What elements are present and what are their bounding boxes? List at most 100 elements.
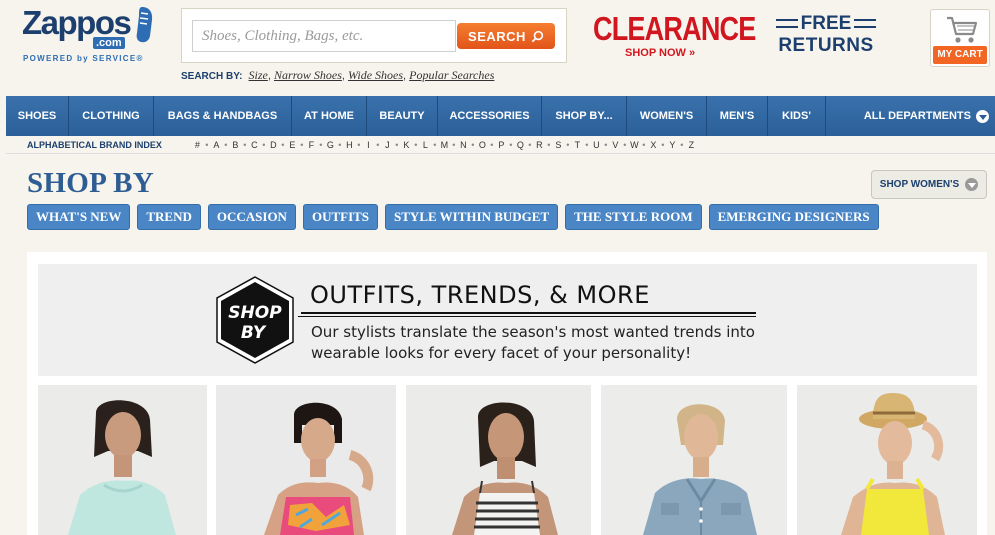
shopping-cart-icon xyxy=(947,16,978,43)
brand-index-letter[interactable]: U xyxy=(592,140,601,150)
search-by-wide-shoes-link[interactable]: Wide Shoes xyxy=(348,68,403,82)
outfit-photo-4[interactable] xyxy=(601,385,787,535)
main-navigation: SHOES CLOTHING BAGS & HANDBAGS AT HOME B… xyxy=(6,96,995,136)
separator-dot: • xyxy=(281,139,285,150)
brand-index-letter[interactable]: O xyxy=(478,140,487,150)
brand-index-letter[interactable]: L xyxy=(421,140,430,150)
brand-index-letter[interactable]: F xyxy=(307,140,316,150)
tab-whats-new[interactable]: WHAT'S NEW xyxy=(27,204,131,230)
separator-dot: • xyxy=(680,139,684,150)
separator-dot: • xyxy=(585,139,589,150)
separator-dot: • xyxy=(224,139,228,150)
brand-index-letter[interactable]: C xyxy=(250,140,259,150)
tab-occasion[interactable]: OCCASION xyxy=(207,204,296,230)
brand-index-letter[interactable]: E xyxy=(288,140,297,150)
tab-trend[interactable]: TREND xyxy=(137,204,201,230)
brand-index-letter[interactable]: K xyxy=(402,140,411,150)
brand-index-letter[interactable]: N xyxy=(459,140,468,150)
logo-tagline: POWERED by SERVICE® xyxy=(23,54,144,63)
nav-beauty[interactable]: BEAUTY xyxy=(367,96,438,136)
nav-mens[interactable]: MEN'S xyxy=(707,96,768,136)
zappos-logo[interactable]: Zappos .com POWERED by SERVICE® xyxy=(22,4,162,68)
tab-the-style-room[interactable]: THE STYLE ROOM xyxy=(565,204,702,230)
badge-line2: BY xyxy=(241,323,267,343)
separator-dot: • xyxy=(661,139,665,150)
logo-dotcom: .com xyxy=(93,37,125,49)
tab-emerging-designers[interactable]: EMERGING DESIGNERS xyxy=(708,204,879,230)
brand-index-letter[interactable]: R xyxy=(535,140,544,150)
nav-shop-by[interactable]: SHOP BY... xyxy=(542,96,627,136)
banner-divider xyxy=(298,316,756,317)
separator-dot: • xyxy=(262,139,266,150)
clearance-promo[interactable]: CLEARANCE SHOP NOW » xyxy=(593,10,756,59)
brand-index-letter[interactable]: T xyxy=(573,140,582,150)
shop-womens-label: SHOP WOMEN'S xyxy=(879,179,960,190)
brand-index-letter[interactable]: X xyxy=(649,140,658,150)
alphabetical-brand-index: ALPHABETICAL BRAND INDEX # • A • B • C • D • E • F • G… xyxy=(6,136,995,154)
shop-by-tabs: WHAT'S NEW TREND OCCASION OUTFITS STYLE … xyxy=(27,204,879,230)
nav-all-departments-label: ALL DEPARTMENTS xyxy=(863,110,971,122)
separator-dot: • xyxy=(528,139,532,150)
brand-index-letter[interactable]: J xyxy=(383,140,392,150)
nav-clothing[interactable]: CLOTHING xyxy=(69,96,154,136)
search-button-label: SEARCH xyxy=(468,28,526,44)
brand-index-letter[interactable]: Z xyxy=(687,140,696,150)
nav-accessories[interactable]: ACCESSORIES xyxy=(438,96,542,136)
brand-index-letter[interactable]: P xyxy=(497,140,506,150)
separator-dot: • xyxy=(623,139,627,150)
clearance-title: CLEARANCE xyxy=(593,10,756,47)
search-by-label: SEARCH BY: xyxy=(181,71,243,82)
shop-by-badge: SHOP BY xyxy=(216,276,294,364)
banner-divider xyxy=(301,312,756,314)
brand-index-letter[interactable]: W xyxy=(630,140,639,150)
search-by-links: SEARCH BY: Size, Narrow Shoes, Wide Shoe… xyxy=(181,68,495,82)
brand-index-letter[interactable]: H xyxy=(345,140,354,150)
outfit-photo-2[interactable] xyxy=(216,385,396,535)
brand-index-letter[interactable]: B xyxy=(231,140,240,150)
brand-index-letter[interactable]: S xyxy=(554,140,563,150)
badge-line1: SHOP xyxy=(228,303,282,323)
brand-index-letter[interactable]: G xyxy=(326,140,335,150)
brand-index-letter[interactable]: M xyxy=(440,140,449,150)
my-cart-label: MY CART xyxy=(933,46,987,64)
separator-dot: • xyxy=(395,139,399,150)
banner-subtitle-line1: Our stylists translate the season's most… xyxy=(311,323,755,341)
separator-dot: • xyxy=(300,139,304,150)
my-cart-button[interactable]: MY CART xyxy=(930,9,990,67)
nav-kids[interactable]: KIDS' xyxy=(768,96,826,136)
brand-index-letter[interactable]: Q xyxy=(516,140,525,150)
nav-shoes[interactable]: SHOES xyxy=(6,96,69,136)
outfit-photo-3[interactable] xyxy=(406,385,591,535)
search-by-size-link[interactable]: Size xyxy=(249,68,268,82)
search-by-popular-searches-link[interactable]: Popular Searches xyxy=(409,68,494,82)
brand-index-letter[interactable]: A xyxy=(212,140,221,150)
nav-bags-handbags[interactable]: BAGS & HANDBAGS xyxy=(154,96,292,136)
tab-outfits[interactable]: OUTFITS xyxy=(302,204,379,230)
search-icon xyxy=(531,30,544,42)
chevron-down-icon xyxy=(976,109,989,123)
separator-dot: • xyxy=(338,139,342,150)
search-button[interactable]: SEARCH xyxy=(457,23,555,49)
brand-index-letter[interactable]: # xyxy=(193,140,202,150)
tab-style-within-budget[interactable]: STYLE WITHIN BUDGET xyxy=(385,204,559,230)
search-by-narrow-shoes-link[interactable]: Narrow Shoes xyxy=(274,68,342,82)
separator-dot: • xyxy=(376,139,380,150)
separator-dot: • xyxy=(509,139,513,150)
clearance-shop-now: SHOP NOW » xyxy=(625,47,696,59)
outfit-photo-5[interactable] xyxy=(797,385,977,535)
nav-all-departments[interactable]: ALL DEPARTMENTS xyxy=(852,96,995,136)
separator-dot: • xyxy=(452,139,456,150)
nav-at-home[interactable]: AT HOME xyxy=(292,96,367,136)
separator-dot: • xyxy=(471,139,475,150)
brand-index-letter[interactable]: I xyxy=(364,140,373,150)
outfit-photo-1[interactable] xyxy=(38,385,207,535)
banner-subtitle-line2: wearable looks for every facet of your p… xyxy=(311,344,692,362)
brand-index-letter[interactable]: V xyxy=(611,140,620,150)
nav-womens[interactable]: WOMEN'S xyxy=(627,96,707,136)
brand-index-letter[interactable]: D xyxy=(269,140,278,150)
search-bar: Shoes, Clothing, Bags, etc. SEARCH xyxy=(181,8,567,63)
search-input[interactable]: Shoes, Clothing, Bags, etc. xyxy=(192,20,456,52)
separator-dot: • xyxy=(566,139,570,150)
shop-womens-dropdown[interactable]: SHOP WOMEN'S xyxy=(871,170,987,199)
brand-index-letter[interactable]: Y xyxy=(668,140,677,150)
